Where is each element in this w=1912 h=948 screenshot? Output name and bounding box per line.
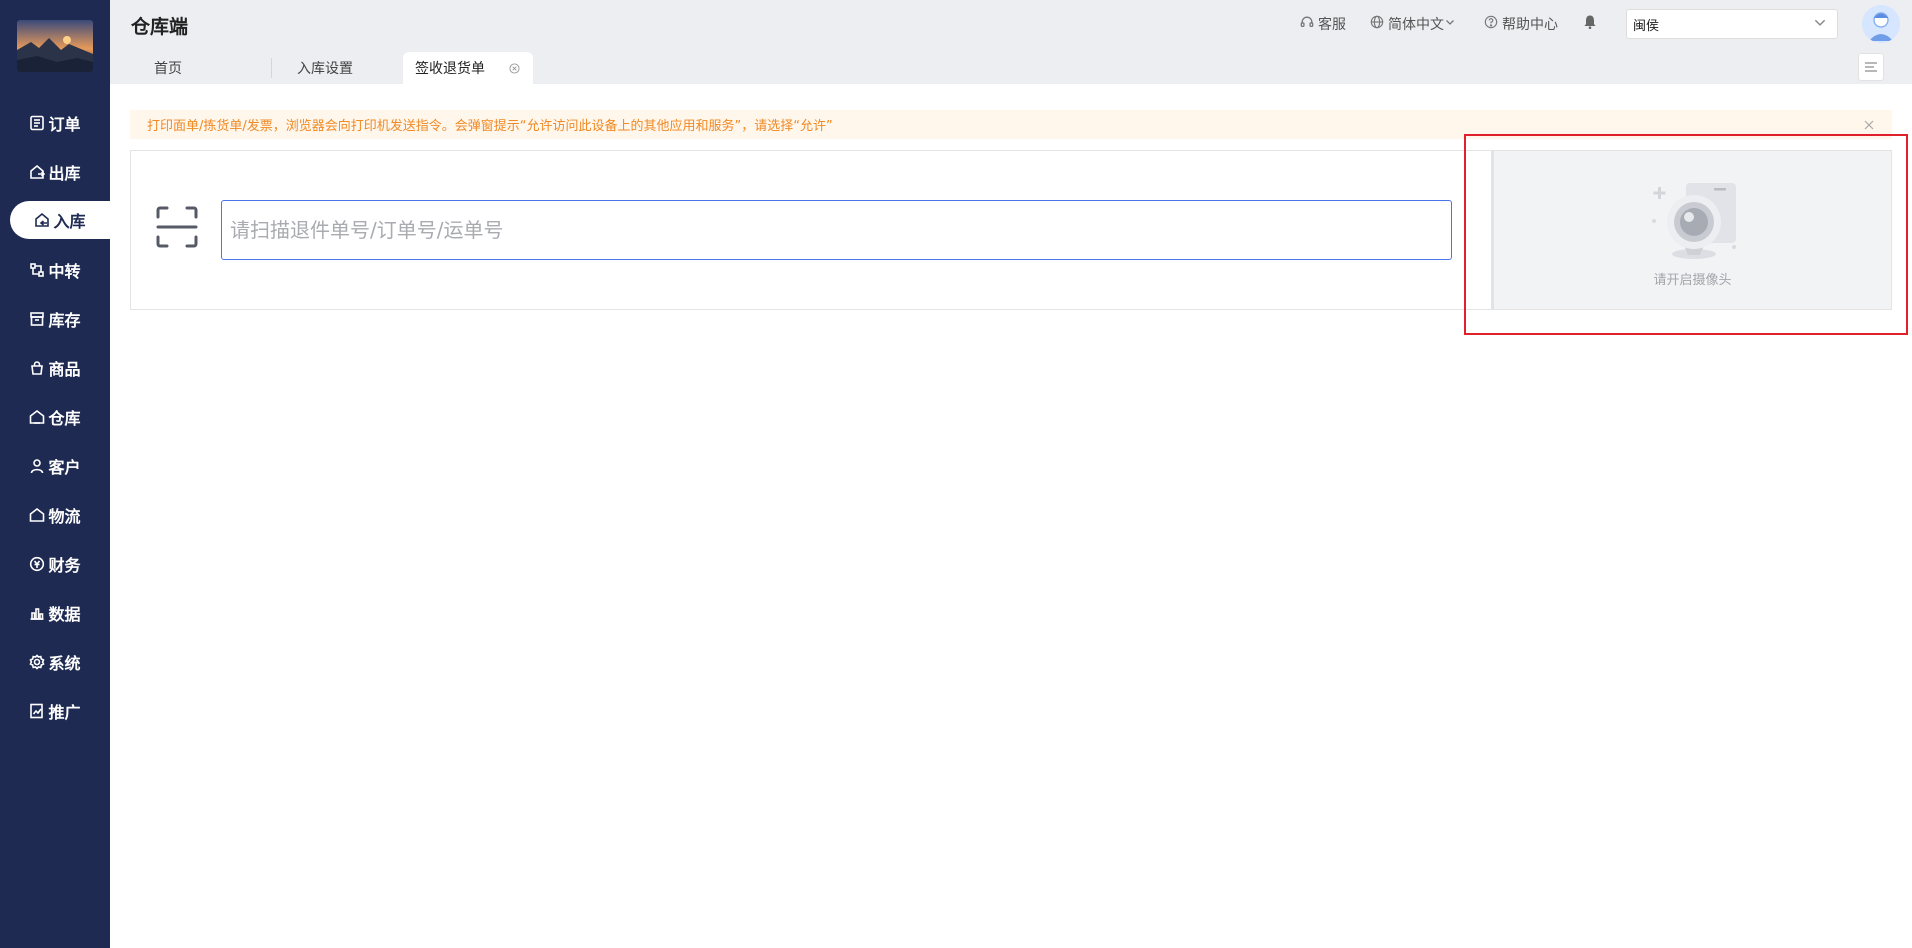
outbound-icon	[29, 164, 46, 180]
promotion-icon	[29, 703, 45, 719]
close-icon[interactable]	[509, 62, 520, 74]
camera-hint: 请开启摄像头	[1653, 273, 1732, 288]
app-title: 仓库端	[131, 16, 189, 38]
sidebar-item-label: 中转	[48, 261, 81, 281]
customer-service-label: 客服	[1318, 17, 1346, 33]
chevron-down-icon	[1444, 16, 1460, 32]
top-header: 仓库端 客服 简体中文 帮助中心 闽侯	[110, 0, 1912, 48]
sidebar-item-label: 商品	[48, 359, 81, 379]
warehouse-icon	[29, 409, 45, 425]
system-icon	[29, 653, 46, 670]
customer-icon	[29, 458, 45, 474]
sidebar-item-orders[interactable]: 订单	[0, 98, 110, 147]
tab-home[interactable]: 首页	[154, 52, 182, 84]
camera-icon	[1644, 179, 1744, 261]
sidebar-item-transfer[interactable]: 中转	[0, 245, 110, 294]
sidebar-item-label: 入库	[53, 212, 86, 231]
tab-inbound-settings[interactable]: 入库设置	[297, 52, 353, 84]
sidebar-item-finance[interactable]: 财务	[0, 539, 110, 588]
globe-icon	[1370, 15, 1388, 33]
sidebar-item-promotion[interactable]: 推广	[0, 686, 110, 735]
warehouse-select-value: 闽侯	[1633, 18, 1660, 34]
sidebar-item-label: 系统	[48, 653, 81, 673]
alert-text: 打印面单/拣货单/发票，浏览器会向打印机发送指令。会弹窗提示“允许访问此设备上的…	[147, 119, 833, 134]
header-actions: 客服 简体中文 帮助中心 闽侯	[1300, 0, 1912, 48]
sidebar-item-label: 出库	[48, 163, 81, 183]
sidebar-item-label: 库存	[48, 310, 81, 330]
help-center-label: 帮助中心	[1502, 17, 1558, 33]
sidebar-item-system[interactable]: 系统	[0, 637, 110, 686]
logo[interactable]	[17, 20, 93, 72]
sidebar-item-label: 财务	[48, 555, 81, 575]
sidebar-item-label: 数据	[48, 604, 81, 624]
finance-icon	[29, 556, 45, 572]
chevron-down-icon	[1813, 15, 1827, 33]
scan-panel: 请开启摄像头	[130, 150, 1892, 310]
inbound-icon	[34, 212, 50, 228]
close-icon[interactable]	[1864, 119, 1874, 130]
tab-menu-button[interactable]	[1858, 53, 1884, 81]
camera-preview[interactable]: 请开启摄像头	[1491, 151, 1891, 309]
sidebar-item-inventory[interactable]: 库存	[0, 294, 110, 343]
menu-icon	[1864, 58, 1878, 77]
tab-bar: 首页 入库设置 签收退货单	[110, 48, 1912, 84]
sidebar-item-customer[interactable]: 客户	[0, 441, 110, 490]
scan-input[interactable]	[221, 200, 1452, 260]
sidebar-item-label: 订单	[48, 114, 81, 134]
sidebar-item-label: 推广	[48, 702, 81, 722]
tab-divider	[271, 58, 272, 78]
tab-sign-return-order[interactable]: 签收退货单	[403, 52, 533, 84]
data-icon	[29, 605, 45, 621]
bell-icon	[1582, 14, 1602, 34]
logistics-icon	[29, 507, 45, 523]
sidebar-item-outbound[interactable]: 出库	[0, 147, 110, 196]
print-alert: 打印面单/拣货单/发票，浏览器会向打印机发送指令。会弹窗提示“允许访问此设备上的…	[130, 110, 1892, 139]
notification-button[interactable]	[1582, 14, 1602, 34]
goods-icon	[29, 360, 45, 376]
order-icon	[29, 115, 45, 131]
customer-service-link[interactable]: 客服	[1300, 14, 1346, 34]
inventory-icon	[29, 311, 45, 327]
sidebar-item-inbound[interactable]: 入库	[10, 201, 110, 239]
sidebar-item-label: 客户	[48, 457, 81, 477]
warehouse-select[interactable]: 闽侯	[1626, 9, 1838, 39]
scan-icon[interactable]	[156, 206, 198, 248]
language-select[interactable]: 简体中文	[1370, 14, 1460, 34]
transfer-icon	[29, 262, 45, 278]
avatar[interactable]	[1862, 5, 1900, 43]
language-label: 简体中文	[1388, 17, 1444, 33]
help-icon	[1484, 15, 1502, 33]
headset-icon	[1300, 15, 1318, 33]
sidebar-item-label: 物流	[48, 506, 81, 526]
sidebar-nav: 订单 出库 入库 中转 库存 商品 仓库 客户 物流 财务 数据 系统 推广	[0, 98, 110, 735]
tab-label: 签收退货单	[415, 61, 485, 77]
sidebar-item-data[interactable]: 数据	[0, 588, 110, 637]
help-center-link[interactable]: 帮助中心	[1484, 14, 1558, 34]
sidebar-item-goods[interactable]: 商品	[0, 343, 110, 392]
sidebar-item-warehouse[interactable]: 仓库	[0, 392, 110, 441]
sidebar-item-label: 仓库	[48, 408, 81, 428]
sidebar: 订单 出库 入库 中转 库存 商品 仓库 客户 物流 财务 数据 系统 推广	[0, 0, 110, 948]
sidebar-item-logistics[interactable]: 物流	[0, 490, 110, 539]
